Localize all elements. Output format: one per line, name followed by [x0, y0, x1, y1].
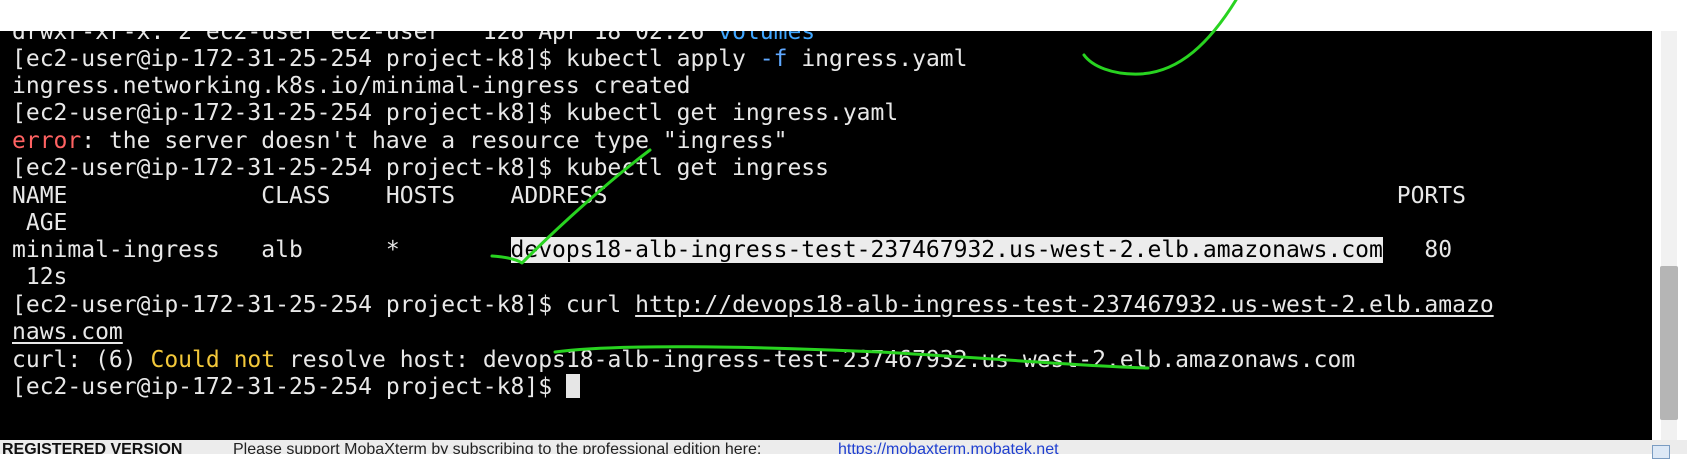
directory-name: volumes [718, 31, 816, 45]
status-bar-toggle-icon[interactable] [1652, 445, 1670, 459]
status-bar: REGISTERED VERSION Please support MobaXt… [0, 440, 1687, 454]
curl-error-highlight: Could not [150, 347, 276, 373]
shell-prompt: [ec2-user@ip-172-31-25-254 project-k8]$ [12, 155, 566, 181]
registered-version-label: REGISTERED VERSION [2, 441, 183, 454]
command-text: kubectl get ingress [565, 155, 829, 181]
ingress-table-header: NAME CLASS HOSTS ADDRESS PORTS [12, 183, 1466, 209]
current-prompt-line[interactable]: [ec2-user@ip-172-31-25-254 project-k8]$ [12, 373, 580, 401]
command-line-get-yaml: [ec2-user@ip-172-31-25-254 project-k8]$ … [12, 99, 898, 127]
shell-prompt: [ec2-user@ip-172-31-25-254 project-k8]$ [12, 292, 566, 318]
curl-error-message: resolve host: devops18-alb-ingress-test-… [275, 347, 1356, 373]
error-message: : the server doesn't have a resource typ… [81, 128, 788, 154]
terminal-output[interactable]: drwxr-xr-x. 2 ec2-user ec2-user 128 Apr … [0, 31, 1652, 440]
command-text: kubectl apply [565, 46, 760, 72]
ingress-table-header-wrap: AGE [12, 210, 68, 236]
error-output-line: error: the server doesn't have a resourc… [12, 127, 787, 155]
curl-url-link[interactable]: http://devops18-alb-ingress-test-2374679… [635, 292, 1494, 318]
ingress-table-row: minimal-ingress alb * devops18-alb-ingre… [12, 236, 1452, 264]
curl-url-wrap: naws.com [12, 318, 123, 346]
error-label: error [12, 128, 82, 154]
command-flag: -f [759, 46, 788, 72]
command-text: kubectl get ingress.yaml [565, 100, 899, 126]
mobaxterm-link[interactable]: https://mobaxterm.mobatek.net [838, 440, 1059, 454]
command-line-apply: [ec2-user@ip-172-31-25-254 project-k8]$ … [12, 45, 967, 73]
curl-url-link-continued[interactable]: naws.com [12, 319, 123, 345]
ingress-table-row-wrap: 12s [12, 264, 68, 290]
ls-output-line: drwxr-xr-x. 2 ec2-user ec2-user 128 Apr … [12, 31, 815, 46]
command-line-get-ingress: [ec2-user@ip-172-31-25-254 project-k8]$ … [12, 154, 829, 182]
window-top-strip [0, 0, 1687, 31]
apply-output-line: ingress.networking.k8s.io/minimal-ingres… [12, 73, 691, 99]
shell-prompt: [ec2-user@ip-172-31-25-254 project-k8]$ [12, 100, 566, 126]
ls-details: drwxr-xr-x. 2 ec2-user ec2-user 128 Apr … [12, 31, 719, 45]
ingress-ports: 80 [1382, 237, 1453, 263]
text-cursor [565, 374, 580, 398]
ingress-address-highlight[interactable]: devops18-alb-ingress-test-237467932.us-w… [510, 237, 1383, 263]
command-line-curl: [ec2-user@ip-172-31-25-254 project-k8]$ … [12, 291, 1494, 319]
command-text: ingress.yaml [787, 46, 968, 72]
shell-prompt: [ec2-user@ip-172-31-25-254 project-k8]$ [12, 374, 566, 400]
curl-error-line: curl: (6) Could not resolve host: devops… [12, 346, 1355, 374]
command-text: curl [565, 292, 636, 318]
support-message: Please support MobaXterm by subscribing … [233, 441, 762, 454]
ingress-row-lead: minimal-ingress alb * [12, 237, 511, 263]
curl-error-code: curl: (6) [12, 347, 151, 373]
shell-prompt: [ec2-user@ip-172-31-25-254 project-k8]$ [12, 46, 566, 72]
scrollbar-thumb[interactable] [1660, 266, 1678, 420]
